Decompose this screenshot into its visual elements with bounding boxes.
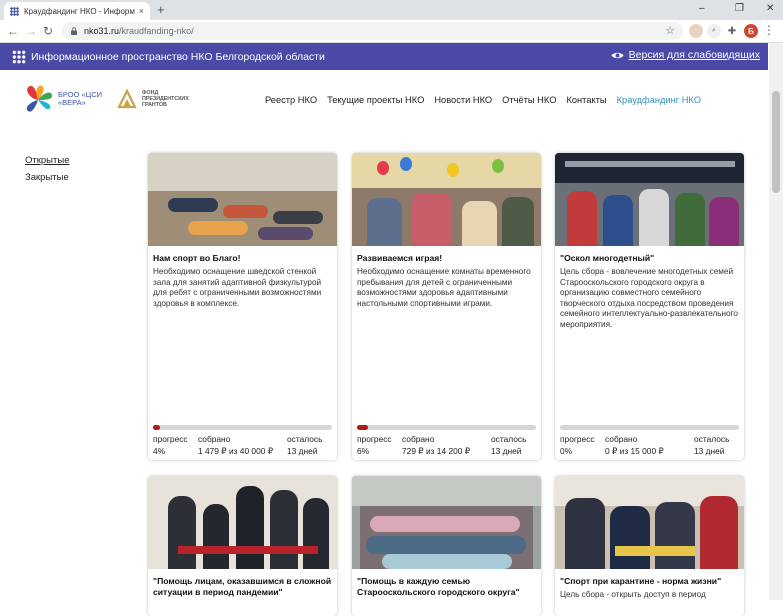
progress-label: прогресс	[153, 434, 188, 444]
progress-label: прогресс	[357, 434, 392, 444]
site-top-strip: Информационное пространство НКО Белгород…	[0, 43, 768, 70]
site-favicon-icon	[10, 6, 19, 16]
minimize-button[interactable]: –	[699, 2, 705, 16]
collected-value: 729 ₽ из 14 200 ₽	[402, 446, 471, 456]
vera-logo-text: БРОО «ЦСИ «ВЕРА»	[58, 89, 103, 107]
eye-icon	[611, 52, 624, 58]
extensions-puzzle-icon[interactable]: ✚	[725, 24, 739, 38]
collected-value: 0 ₽ из 15 000 ₽	[605, 446, 664, 456]
card-title[interactable]: "Помощь в каждую семью Старооскольского …	[357, 576, 536, 598]
card-description: Необходимо оснащение комнаты временного …	[357, 267, 531, 308]
nav-current-projects[interactable]: Текущие проекты НКО	[327, 95, 424, 105]
main-nav: Реестр НКО Текущие проекты НКО Новости Н…	[265, 95, 711, 105]
page-scrollbar[interactable]	[769, 43, 783, 600]
extension-search-icon[interactable]: ⌕	[707, 24, 721, 38]
progress-bar	[357, 425, 536, 430]
nav-reports[interactable]: Отчёты НКО	[502, 95, 556, 105]
card-description: Необходимо оснащение шведской стенкой за…	[153, 267, 322, 308]
site-name[interactable]: Информационное пространство НКО Белгород…	[31, 51, 325, 63]
project-card[interactable]: "Оскол многодетный" Цель сбора - вовлече…	[555, 153, 744, 460]
filter-sidebar: Открытые Закрытые	[25, 152, 69, 186]
scrollbar-thumb[interactable]	[772, 91, 780, 193]
collected-value: 1 479 ₽ из 40 000 ₽	[198, 446, 274, 456]
project-card[interactable]: "Помощь в каждую семью Старооскольского …	[352, 476, 541, 616]
remaining-value: 13 дней	[694, 446, 725, 456]
progress-fill	[357, 425, 368, 430]
project-photo[interactable]	[555, 476, 744, 569]
progress-value: 6%	[357, 446, 370, 456]
project-card[interactable]: Нам спорт во Благо! Необходимо оснащение…	[148, 153, 337, 460]
url-path: /kraudfanding-nko/	[119, 26, 194, 36]
card-title[interactable]: "Спорт при карантине - норма жизни"	[560, 576, 739, 587]
maximize-button[interactable]: ❐	[735, 2, 744, 16]
close-window-button[interactable]: ✕	[766, 2, 774, 16]
project-photo[interactable]	[555, 153, 744, 246]
fpg-logo-icon[interactable]	[116, 88, 138, 110]
card-title[interactable]: Развиваемся играя!	[357, 253, 536, 264]
card-title[interactable]: "Оскол многодетный"	[560, 253, 739, 264]
progress-value: 4%	[153, 446, 166, 456]
remaining-label: осталось	[287, 434, 323, 444]
project-photo[interactable]	[352, 476, 541, 569]
progress-bar	[560, 425, 739, 430]
fpg-logo-text: ФОНД ПРЕЗИДЕНТСКИХ ГРАНТОВ	[142, 90, 189, 108]
back-button[interactable]: ←	[7, 24, 19, 38]
progress-fill	[153, 425, 161, 430]
browser-menu-icon[interactable]: ⋮	[763, 23, 775, 37]
low-vision-link[interactable]: Версия для слабовидящих	[611, 49, 760, 61]
filter-closed[interactable]: Закрытые	[25, 169, 69, 186]
lock-icon	[71, 27, 77, 35]
collected-label: собрано	[198, 434, 231, 444]
card-description: Цель сбора - открыть доступ в период	[560, 590, 706, 599]
bookmark-star-icon[interactable]: ☆	[665, 24, 675, 37]
tab-close-icon[interactable]: ×	[139, 6, 144, 16]
nav-news[interactable]: Новости НКО	[434, 95, 492, 105]
header-logos: БРОО «ЦСИ «ВЕРА» ФОНД ПРЕЗИДЕНТСКИХ ГРАН…	[22, 84, 204, 114]
nav-contacts[interactable]: Контакты	[566, 95, 606, 105]
apps-grid-icon[interactable]	[12, 49, 26, 64]
remaining-value: 13 дней	[287, 446, 318, 456]
address-bar-row: ← → ↻ nko31.ru/kraudfanding-nko/ ☆ ⌕ ✚ Б…	[0, 20, 783, 43]
project-photo[interactable]	[148, 153, 337, 246]
browser-tab[interactable]: Краудфандинг НКО - Информа... ×	[4, 2, 150, 20]
browser-tabstrip: Краудфандинг НКО - Информа... × + – ❐ ✕	[0, 0, 783, 20]
progress-bar	[153, 425, 332, 430]
new-tab-button[interactable]: +	[157, 2, 165, 18]
progress-label: прогресс	[560, 434, 595, 444]
url-host: nko31.ru	[84, 26, 120, 36]
project-card[interactable]: "Помощь лицам, оказавшимся в сложной сит…	[148, 476, 337, 616]
project-card[interactable]: "Спорт при карантине - норма жизни" Цель…	[555, 476, 744, 616]
nav-registry[interactable]: Реестр НКО	[265, 95, 317, 105]
remaining-label: осталось	[491, 434, 527, 444]
progress-value: 0%	[560, 446, 573, 456]
address-input[interactable]: nko31.ru/kraudfanding-nko/ ☆	[62, 22, 683, 40]
remaining-label: осталось	[694, 434, 730, 444]
project-card[interactable]: Развиваемся играя! Необходимо оснащение …	[352, 153, 541, 460]
profile-avatar[interactable]: Б	[744, 24, 758, 38]
extension-avatar-icon[interactable]	[689, 24, 703, 38]
collected-label: собрано	[402, 434, 435, 444]
card-title[interactable]: Нам спорт во Благо!	[153, 253, 332, 264]
card-description: Цель сбора - вовлечение многодетных семе…	[560, 267, 738, 329]
low-vision-label: Версия для слабовидящих	[628, 49, 760, 61]
filter-open[interactable]: Открытые	[25, 152, 69, 169]
project-photo[interactable]	[148, 476, 337, 569]
vera-logo-icon[interactable]	[22, 84, 54, 114]
tab-title: Краудфандинг НКО - Информа...	[24, 6, 135, 16]
nav-crowdfunding[interactable]: Краудфандинг НКО	[617, 95, 701, 105]
project-photo[interactable]	[352, 153, 541, 246]
collected-label: собрано	[605, 434, 638, 444]
remaining-value: 13 дней	[491, 446, 522, 456]
forward-button[interactable]: →	[25, 24, 37, 38]
reload-button[interactable]: ↻	[43, 24, 53, 38]
card-title[interactable]: "Помощь лицам, оказавшимся в сложной сит…	[153, 576, 332, 598]
